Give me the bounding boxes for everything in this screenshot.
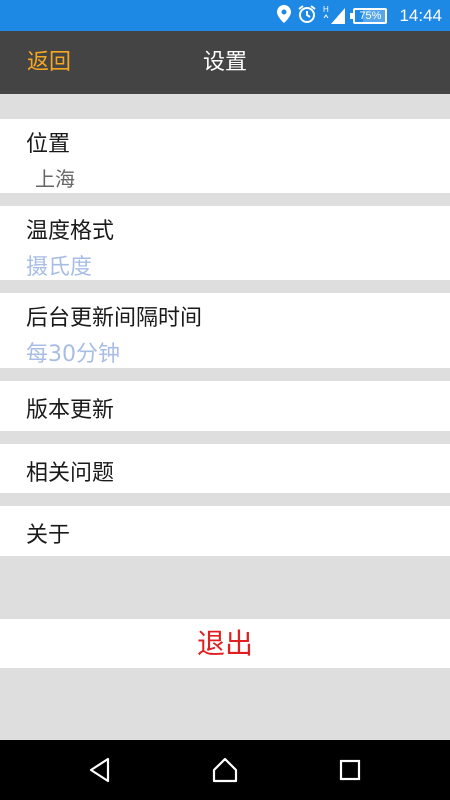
setting-value: 上海 [35, 167, 75, 191]
setting-temperature-format[interactable]: 温度格式 摄氏度 [0, 206, 450, 280]
setting-label: 位置 [26, 132, 71, 157]
svg-text:H: H [323, 5, 329, 14]
status-icons: H 75% 14:44 [277, 0, 442, 31]
recents-icon[interactable] [328, 752, 372, 788]
setting-value: 摄氏度 [26, 255, 93, 280]
app-bar: 设置 返回 [0, 31, 450, 94]
alarm-icon [297, 4, 317, 28]
setting-about[interactable]: 关于 [0, 506, 450, 556]
setting-faq[interactable]: 相关问题 [0, 444, 450, 493]
setting-location[interactable]: 位置 上海 [0, 119, 450, 193]
setting-label: 关于 [26, 523, 71, 548]
home-icon[interactable] [203, 752, 247, 788]
back-icon[interactable] [78, 752, 122, 788]
back-button[interactable]: 返回 [27, 31, 71, 94]
setting-label: 后台更新间隔时间 [26, 306, 203, 331]
setting-version-update[interactable]: 版本更新 [0, 381, 450, 431]
setting-label: 相关问题 [26, 461, 115, 486]
navigation-bar [0, 740, 450, 800]
status-bar: H 75% 14:44 [0, 0, 450, 31]
signal-icon: H [323, 4, 347, 28]
battery-text: 75% [359, 9, 382, 22]
status-time: 14:44 [399, 5, 442, 25]
setting-label: 温度格式 [26, 219, 115, 244]
setting-label: 版本更新 [26, 398, 115, 423]
setting-value: 每30分钟 [26, 342, 120, 367]
battery-icon: 75% [350, 7, 388, 24]
location-icon [277, 4, 292, 27]
setting-update-interval[interactable]: 后台更新间隔时间 每30分钟 [0, 293, 450, 368]
logout-button[interactable]: 退出 [0, 619, 450, 668]
